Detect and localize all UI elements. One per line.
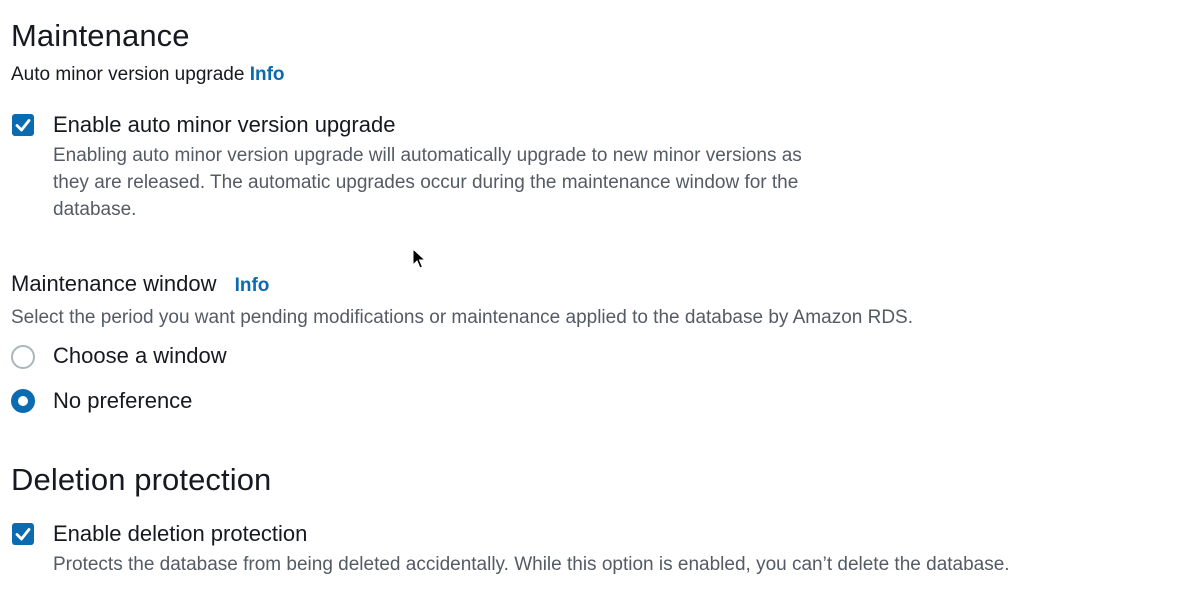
choose-window-radio[interactable]	[11, 345, 35, 369]
check-icon	[15, 528, 31, 541]
auto-minor-upgrade-description-line: they are released. The automatic upgrade…	[53, 172, 799, 193]
deletion-protection-description: Protects the database from being deleted…	[53, 554, 1010, 575]
no-preference-radio[interactable]	[11, 389, 35, 413]
deletion-protection-checkbox[interactable]	[12, 523, 34, 545]
auto-minor-upgrade-label-text: Auto minor version upgrade	[11, 64, 245, 85]
maintenance-window-info-link[interactable]: Info	[235, 275, 270, 296]
mouse-pointer-icon	[412, 248, 426, 270]
auto-minor-upgrade-checkbox-label[interactable]: Enable auto minor version upgrade	[53, 112, 395, 138]
deletion-protection-checkbox-label[interactable]: Enable deletion protection	[53, 521, 307, 547]
auto-minor-upgrade-checkbox[interactable]	[12, 114, 34, 136]
check-icon	[15, 119, 31, 132]
maintenance-window-label: Maintenance window Info	[11, 271, 269, 297]
no-preference-radio-label[interactable]: No preference	[53, 388, 192, 414]
maintenance-heading: Maintenance	[11, 18, 190, 53]
auto-minor-upgrade-description-line: Enabling auto minor version upgrade will…	[53, 145, 802, 166]
deletion-protection-heading: Deletion protection	[11, 462, 272, 497]
auto-minor-upgrade-description-line: database.	[53, 199, 137, 220]
maintenance-window-description: Select the period you want pending modif…	[11, 307, 914, 328]
auto-minor-upgrade-label: Auto minor version upgrade Info	[11, 64, 285, 86]
auto-minor-upgrade-info-link[interactable]: Info	[250, 64, 285, 85]
auto-minor-upgrade-description: Enabling auto minor version upgrade will…	[53, 142, 802, 223]
choose-window-radio-label[interactable]: Choose a window	[53, 343, 227, 369]
maintenance-window-label-text: Maintenance window	[11, 271, 217, 296]
